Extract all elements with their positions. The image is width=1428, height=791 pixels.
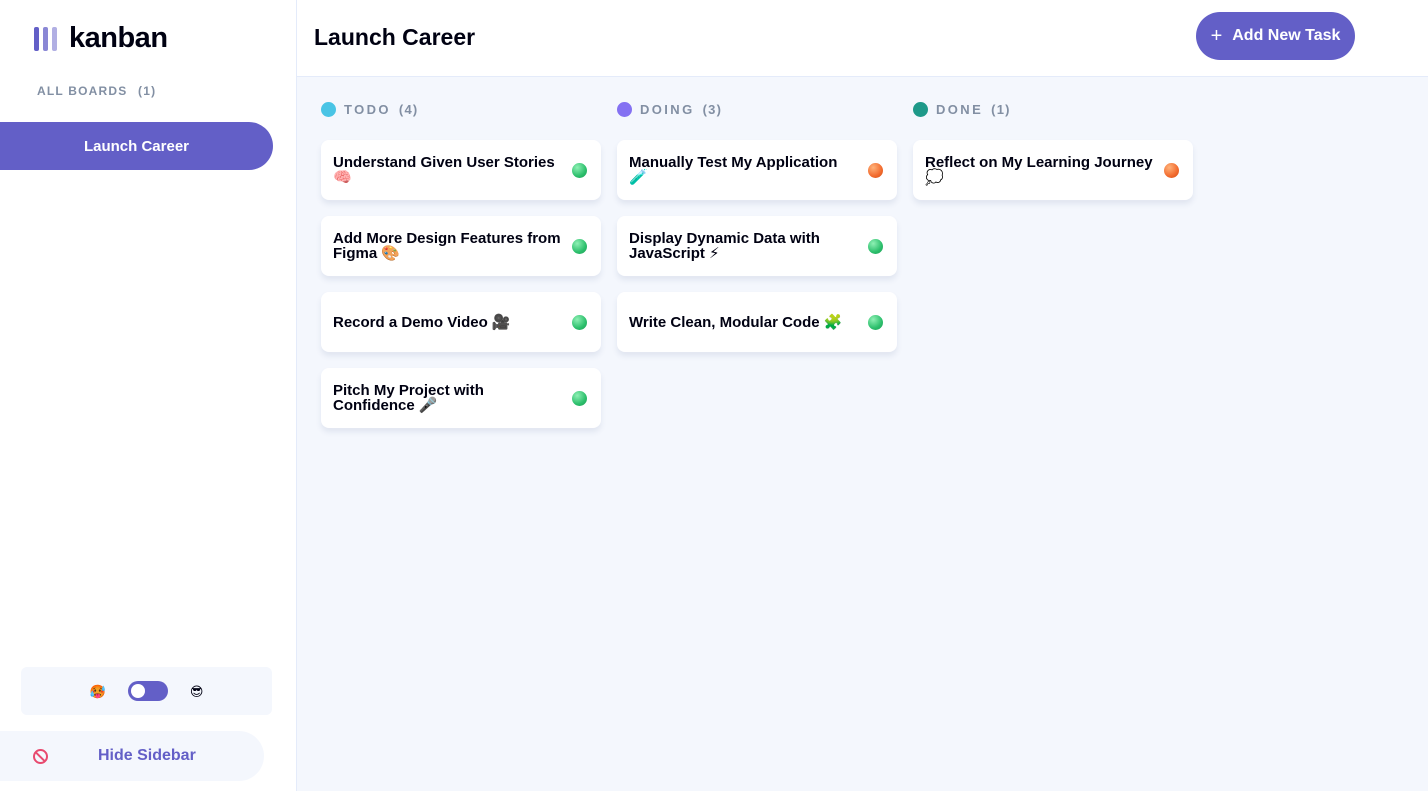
hide-sidebar-icon bbox=[33, 748, 48, 764]
status-dot-icon bbox=[572, 315, 587, 330]
boards-heading-label: ALL BOARDS bbox=[37, 84, 128, 98]
board: TODO (4) Understand Given User Stories 🧠… bbox=[297, 77, 1428, 791]
card-list: Understand Given User Stories 🧠 Add More… bbox=[321, 140, 601, 428]
task-card-title: Write Clean, Modular Code 🧩 bbox=[629, 313, 843, 331]
sidebar-item-launch-career[interactable]: Launch Career bbox=[0, 122, 273, 170]
boards-heading: ALL BOARDS (1) bbox=[37, 84, 156, 98]
column-title: DOING bbox=[640, 101, 695, 117]
task-card[interactable]: Display Dynamic Data with JavaScript ⚡ bbox=[617, 216, 897, 276]
column-header: DONE (1) bbox=[913, 101, 1193, 117]
add-new-task-label: Add New Task bbox=[1232, 27, 1341, 44]
page-title: Launch Career bbox=[314, 24, 476, 50]
column-color-dot bbox=[617, 101, 632, 117]
dark-theme-icon: 😎 bbox=[189, 683, 204, 699]
task-card-title: Record a Demo Video 🎥 bbox=[333, 313, 511, 331]
status-dot-icon bbox=[868, 315, 883, 330]
task-card[interactable]: Write Clean, Modular Code 🧩 bbox=[617, 292, 897, 352]
column-todo: TODO (4) Understand Given User Stories 🧠… bbox=[321, 101, 601, 444]
column-title: TODO bbox=[344, 101, 391, 117]
status-dot-icon bbox=[572, 391, 587, 406]
plus-icon: + bbox=[1210, 25, 1223, 47]
card-list: Manually Test My Application 🧪 Display D… bbox=[617, 140, 897, 352]
card-list: Reflect on My Learning Journey 💭 bbox=[913, 140, 1193, 200]
column-color-dot bbox=[913, 101, 928, 117]
status-dot-icon bbox=[868, 163, 883, 178]
column-header: TODO (4) bbox=[321, 101, 601, 117]
theme-toggle-knob bbox=[130, 684, 145, 698]
task-card[interactable]: Manually Test My Application 🧪 bbox=[617, 140, 897, 200]
column-color-dot bbox=[321, 101, 336, 117]
sidebar-item-label: Launch Career bbox=[83, 137, 190, 155]
task-card-title: Reflect on My Learning Journey 💭 bbox=[925, 154, 1153, 186]
header: Launch Career + Add New Task bbox=[297, 0, 1428, 77]
column-title: DONE bbox=[936, 101, 984, 117]
column-doing: DOING (3) Manually Test My Application 🧪… bbox=[617, 101, 897, 368]
task-card-title: Understand Given User Stories 🧠 bbox=[333, 154, 555, 186]
task-card[interactable]: Add More Design Features from Figma 🎨 bbox=[321, 216, 601, 276]
status-dot-icon bbox=[1164, 163, 1179, 178]
theme-toggle[interactable] bbox=[127, 681, 168, 701]
theme-switcher: 🥵 😎 bbox=[21, 667, 272, 715]
task-card-title: Add More Design Features from Figma 🎨 bbox=[333, 230, 561, 262]
status-dot-icon bbox=[868, 239, 883, 254]
sidebar: kanban ALL BOARDS (1) Launch Career 🥵 😎 … bbox=[0, 0, 297, 791]
light-theme-icon: 🥵 bbox=[89, 683, 106, 699]
task-card-title: Display Dynamic Data with JavaScript ⚡ bbox=[629, 230, 820, 262]
hide-sidebar-label: Hide Sidebar bbox=[98, 747, 196, 764]
status-dot-icon bbox=[572, 163, 587, 178]
column-count: (4) bbox=[398, 101, 419, 117]
boards-count: (1) bbox=[138, 84, 157, 98]
logo: kanban bbox=[34, 22, 168, 55]
task-card[interactable]: Pitch My Project with Confidence 🎤 bbox=[321, 368, 601, 428]
column-count: (3) bbox=[702, 101, 723, 117]
column-done: DONE (1) Reflect on My Learning Journey … bbox=[913, 101, 1193, 216]
status-dot-icon bbox=[572, 239, 587, 254]
column-count: (1) bbox=[991, 101, 1011, 117]
task-card[interactable]: Understand Given User Stories 🧠 bbox=[321, 140, 601, 200]
kanban-app: kanban ALL BOARDS (1) Launch Career 🥵 😎 … bbox=[0, 0, 1428, 791]
logo-text: kanban bbox=[69, 22, 168, 54]
task-card[interactable]: Record a Demo Video 🎥 bbox=[321, 292, 601, 352]
add-new-task-button[interactable]: + Add New Task bbox=[1196, 12, 1355, 60]
hide-sidebar-button[interactable]: Hide Sidebar bbox=[0, 731, 264, 781]
task-card[interactable]: Reflect on My Learning Journey 💭 bbox=[913, 140, 1193, 200]
kanban-logo-icon bbox=[34, 26, 57, 51]
task-card-title: Pitch My Project with Confidence 🎤 bbox=[333, 382, 484, 414]
column-header: DOING (3) bbox=[617, 101, 897, 117]
task-card-title: Manually Test My Application 🧪 bbox=[629, 154, 838, 186]
